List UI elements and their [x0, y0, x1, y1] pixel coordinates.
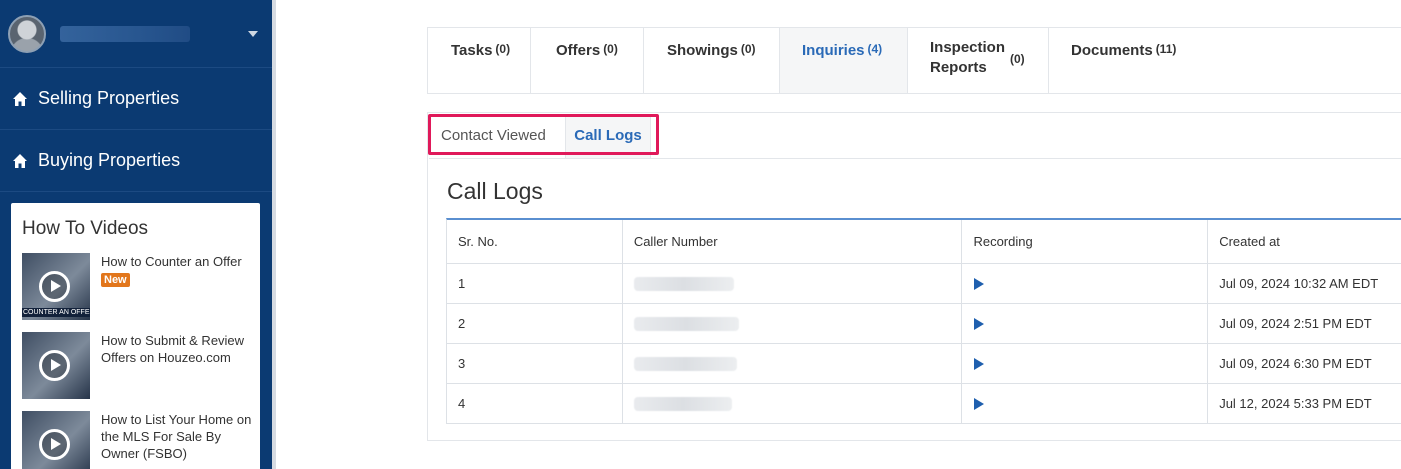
tab-documents[interactable]: Documents (11)	[1049, 28, 1401, 93]
recording-cell	[962, 344, 1209, 383]
play-icon[interactable]	[39, 271, 70, 302]
video-title[interactable]: How to Submit & Review Offers on Houzeo.…	[101, 332, 257, 399]
videos-title: How To Videos	[22, 218, 149, 239]
play-icon[interactable]	[974, 397, 985, 410]
sr-no-cell: 3	[447, 344, 623, 383]
caller-number-cell	[623, 384, 963, 423]
tab-label: Tasks	[451, 42, 493, 59]
created-at-cell: Jul 12, 2024 5:33 PM EDT	[1219, 396, 1372, 411]
tab-label: Offers	[556, 42, 601, 59]
new-badge: New	[101, 273, 130, 287]
tab-count: (4)	[867, 42, 883, 56]
video-thumbnail[interactable]	[22, 411, 90, 469]
redacted-number	[633, 316, 739, 331]
user-name-redacted	[60, 25, 190, 42]
play-icon[interactable]	[974, 317, 985, 330]
tab-count: (11)	[1155, 42, 1177, 56]
column-header[interactable]: Created at	[1208, 220, 1401, 263]
video-thumbnail[interactable]: COUNTER AN OFFER	[22, 253, 90, 320]
user-menu[interactable]	[0, 0, 272, 68]
section-title: Call Logs	[447, 178, 543, 204]
tab-label: Showings	[667, 42, 738, 59]
nav-buying-properties[interactable]: Buying Properties	[0, 130, 272, 192]
sidebar: Selling Properties Buying Properties How…	[0, 0, 272, 469]
table-row: 3 Jul 09, 2024 6:30 PM EDT	[447, 344, 1401, 384]
table-header-row: Sr. No. Caller Number Recording Created …	[447, 220, 1401, 264]
recording-cell	[962, 384, 1209, 423]
caller-number-cell	[623, 264, 963, 303]
redacted-number	[633, 276, 734, 291]
play-icon[interactable]	[39, 350, 70, 381]
sr-no-cell: 4	[447, 384, 623, 423]
video-title[interactable]: How to List Your Home on the MLS For Sal…	[101, 411, 257, 469]
tab-inspection-reports[interactable]: Inspection Reports (0)	[908, 28, 1049, 93]
redacted-number	[633, 356, 737, 371]
tab-offers[interactable]: Offers (0)	[531, 28, 644, 93]
created-at-cell: Jul 09, 2024 10:32 AM EDT	[1219, 276, 1379, 291]
how-to-videos-panel: How To Videos COUNTER AN OFFER How to Co…	[11, 203, 260, 469]
tab-label-line: Inspection	[930, 39, 1006, 56]
recording-cell	[962, 304, 1209, 343]
highlight-box	[428, 114, 659, 155]
chevron-down-icon[interactable]	[248, 30, 258, 37]
sidebar-divider	[272, 0, 276, 469]
avatar[interactable]	[8, 14, 46, 53]
video-thumbnail[interactable]	[22, 332, 90, 399]
recording-cell	[962, 264, 1209, 303]
tab-label: Inquiries	[802, 42, 865, 59]
tab-tasks[interactable]: Tasks (0)	[428, 28, 531, 93]
video-item[interactable]: COUNTER AN OFFER How to Counter an Offer…	[22, 253, 257, 320]
table-row: 2 Jul 09, 2024 2:51 PM EDT	[447, 304, 1401, 344]
column-header[interactable]: Recording	[962, 220, 1209, 263]
caller-number-cell	[623, 304, 963, 343]
video-item[interactable]: How to List Your Home on the MLS For Sal…	[22, 411, 257, 469]
nav-label: Selling Properties	[38, 88, 180, 108]
table-row: 4 Jul 12, 2024 5:33 PM EDT	[447, 384, 1401, 424]
tab-count: (0)	[1010, 52, 1025, 66]
home-icon	[13, 153, 27, 168]
thumbnail-caption: COUNTER AN OFFER	[22, 308, 90, 317]
play-icon[interactable]	[974, 277, 985, 290]
created-at-cell: Jul 09, 2024 6:30 PM EDT	[1219, 356, 1372, 371]
video-title[interactable]: How to Counter an Offer	[101, 253, 242, 270]
nav-label: Buying Properties	[38, 150, 181, 170]
call-logs-table: Sr. No. Caller Number Recording Created …	[446, 218, 1401, 424]
tab-count: (0)	[740, 42, 756, 56]
created-at-cell: Jul 09, 2024 2:51 PM EDT	[1219, 316, 1372, 331]
tab-inquiries[interactable]: Inquiries (4)	[780, 28, 908, 93]
video-item[interactable]: How to Submit & Review Offers on Houzeo.…	[22, 332, 257, 399]
play-icon[interactable]	[39, 429, 70, 460]
tab-label-line: Reports	[930, 59, 987, 76]
column-header[interactable]: Caller Number	[623, 220, 963, 263]
column-header[interactable]: Sr. No.	[447, 220, 623, 263]
nav-selling-properties[interactable]: Selling Properties	[0, 68, 272, 130]
tab-showings[interactable]: Showings (0)	[644, 28, 780, 93]
home-icon	[13, 91, 27, 106]
play-icon[interactable]	[974, 357, 985, 370]
table-row: 1 Jul 09, 2024 10:32 AM EDT	[447, 264, 1401, 304]
tab-count: (0)	[495, 42, 511, 56]
sr-no-cell: 2	[447, 304, 623, 343]
tab-count: (0)	[603, 42, 618, 56]
tab-label: Documents	[1071, 42, 1153, 59]
caller-number-cell	[623, 344, 963, 383]
tab-label: Inspection Reports	[930, 38, 1005, 78]
sr-no-cell: 1	[447, 264, 623, 303]
redacted-number	[633, 396, 732, 411]
property-tabs: Tasks (0) Offers (0) Showings (0) Inquiries…	[427, 27, 1401, 94]
